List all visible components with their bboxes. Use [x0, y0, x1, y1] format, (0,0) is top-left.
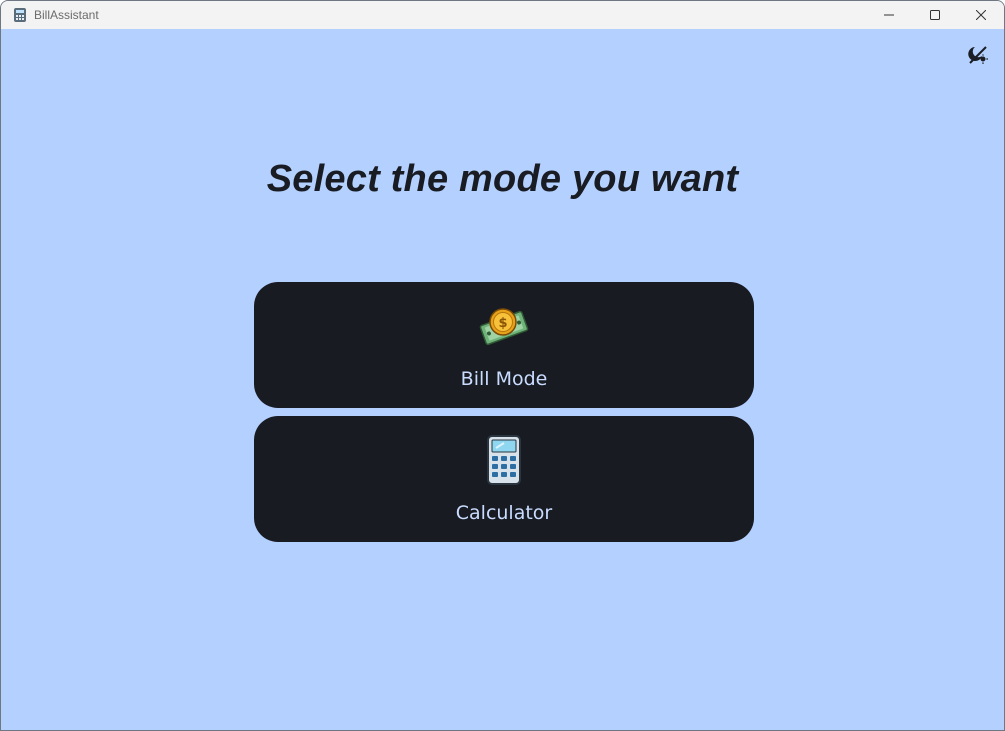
title-bar[interactable]: BillAssistant [1, 1, 1004, 29]
bill-mode-button[interactable]: $ Bill Mode [254, 282, 754, 408]
minimize-button[interactable] [866, 1, 912, 29]
close-icon [976, 10, 986, 20]
app-icon [12, 7, 28, 23]
calculator-icon [476, 432, 532, 488]
app-window: BillAssistant Select the mode you want $… [0, 0, 1005, 731]
brightness-toggle-icon [968, 46, 988, 64]
maximize-button[interactable] [912, 1, 958, 29]
window-controls [866, 1, 1004, 29]
maximize-icon [930, 10, 940, 20]
page-title: Select the mode you want [266, 158, 739, 200]
calculator-button[interactable]: Calculator [254, 416, 754, 542]
close-button[interactable] [958, 1, 1004, 29]
window-title: BillAssistant [34, 8, 99, 22]
bill-mode-label: Bill Mode [460, 368, 548, 390]
minimize-icon [884, 14, 894, 16]
theme-toggle-button[interactable] [966, 43, 990, 67]
svg-text:$: $ [498, 316, 507, 331]
money-coin-icon: $ [476, 298, 532, 354]
calculator-label: Calculator [455, 502, 553, 524]
